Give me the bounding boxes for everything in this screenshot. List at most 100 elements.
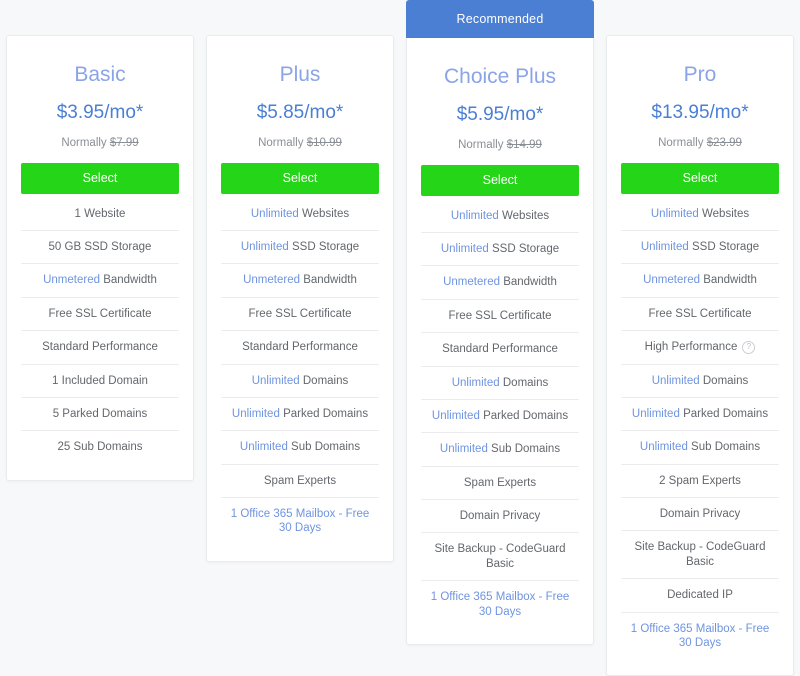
feature-label: Standard Performance: [42, 341, 158, 354]
feature-item: 5 Parked Domains: [21, 398, 179, 432]
feature-text: Unlimited Domains: [652, 374, 749, 388]
struck-price-basic: $7.99: [109, 136, 139, 149]
select-button-basic[interactable]: Select: [21, 162, 179, 194]
feature-text: 5 Parked Domains: [53, 407, 148, 421]
feature-item[interactable]: 1 Office 365 Mailbox - Free 30 Days: [421, 581, 579, 628]
feature-item: Unlimited Parked Domains: [221, 398, 379, 432]
feature-item: Unmetered Bandwidth: [21, 264, 179, 298]
feature-highlight: Unlimited: [439, 443, 488, 456]
feature-label: Parked Domains: [683, 407, 769, 420]
feature-text: Domain Privacy: [460, 509, 541, 523]
feature-item: Spam Experts: [421, 467, 579, 500]
feature-text: Unlimited Parked Domains: [432, 409, 568, 423]
feature-item: Spam Experts: [221, 465, 379, 498]
feature-item: 50 GB SSD Storage: [21, 231, 179, 265]
plan-name-pro: Pro: [683, 63, 717, 86]
feature-item: Unlimited Websites: [421, 196, 579, 233]
feature-list-pro: Unlimited Websites Unlimited SSD Storage U…: [621, 194, 779, 660]
feature-highlight: Unlimited: [451, 376, 500, 389]
feature-item[interactable]: 1 Office 365 Mailbox - Free 30 Days: [221, 498, 379, 545]
feature-highlight: Unmetered: [643, 274, 700, 287]
plan-price-basic: $3.95/mo*: [56, 102, 144, 124]
plan-name-plus: Plus: [279, 63, 321, 86]
feature-highlight: Unlimited: [239, 441, 288, 454]
feature-text: Unlimited Domains: [452, 376, 549, 390]
feature-label: Free SSL Certificate: [48, 307, 152, 320]
feature-label: Websites: [702, 207, 750, 220]
feature-label: SSD Storage: [492, 243, 560, 255]
feature-item: Unlimited Parked Domains: [621, 398, 779, 432]
feature-label: Sub Domains: [291, 441, 361, 454]
feature-text: Domain Privacy: [660, 507, 741, 521]
feature-text: 1 Website: [75, 207, 126, 221]
info-help-icon[interactable]: ?: [742, 340, 756, 354]
feature-item: Site Backup - CodeGuard Basic: [421, 533, 579, 582]
feature-text: Unlimited Websites: [251, 207, 349, 221]
select-button-pro[interactable]: Select: [621, 162, 779, 194]
feature-label: Parked Domains: [483, 409, 569, 422]
plan-normally-price-choice-plus: Normally $14.99: [421, 139, 579, 152]
feature-label: Bandwidth: [303, 274, 357, 287]
feature-label: Free SSL Certificate: [448, 309, 552, 322]
feature-highlight: Unlimited: [650, 207, 699, 220]
feature-item: Unlimited Domains: [621, 365, 779, 398]
feature-item: Unlimited Parked Domains: [421, 400, 579, 434]
feature-text: Unlimited SSD Storage: [441, 242, 559, 256]
feature-text: High Performance: [645, 340, 738, 354]
struck-price-plus: $10.99: [306, 136, 342, 149]
recommended-badge: Recommended: [406, 0, 594, 38]
feature-item[interactable]: 1 Office 365 Mailbox - Free 30 Days: [621, 613, 779, 660]
select-button-choice-plus[interactable]: Select: [421, 164, 579, 196]
feature-text: 1 Office 365 Mailbox - Free 30 Days: [623, 622, 777, 651]
feature-highlight: Unlimited: [639, 441, 688, 454]
feature-item: Standard Performance: [21, 331, 179, 365]
feature-list-plus: Unlimited Websites Unlimited SSD Storage U…: [221, 194, 379, 545]
feature-label: 5 Parked Domains: [52, 407, 148, 420]
feature-item: Unlimited SSD Storage: [621, 231, 779, 265]
feature-label: Websites: [302, 207, 350, 220]
feature-highlight: Unlimited: [250, 207, 299, 220]
feature-label: Domain Privacy: [659, 508, 741, 520]
feature-promo-link[interactable]: 1 Office 365 Mailbox - Free 30 Days: [431, 591, 570, 617]
feature-item: High Performance?: [621, 331, 779, 365]
feature-text: Standard Performance: [242, 340, 358, 354]
feature-label: Parked Domains: [283, 407, 369, 420]
feature-highlight: Unlimited: [450, 209, 499, 222]
feature-item: Unlimited Websites: [221, 194, 379, 231]
feature-text: Unlimited Websites: [451, 209, 549, 223]
feature-item: Unlimited Sub Domains: [421, 433, 579, 467]
feature-text: Free SSL Certificate: [648, 307, 751, 321]
feature-label: SSD Storage: [292, 241, 360, 253]
feature-label: 1 Included Domain: [52, 374, 148, 387]
feature-highlight: Unlimited: [640, 241, 689, 253]
normally-label: Normally: [658, 136, 704, 149]
feature-text: Unmetered Bandwidth: [443, 275, 557, 289]
feature-text: Unmetered Bandwidth: [243, 273, 357, 287]
plan-price-choice-plus: $5.95/mo*: [456, 104, 544, 126]
feature-text: Unmetered Bandwidth: [43, 273, 157, 287]
plan-card-pro: Pro $13.95/mo* Normally $23.99 Select Unlimi…: [606, 35, 794, 676]
plan-card-basic: Basic $3.95/mo* Normally $7.99 Select 1 Webs…: [6, 35, 194, 481]
feature-item: Unmetered Bandwidth: [621, 264, 779, 298]
feature-promo-link[interactable]: 1 Office 365 Mailbox - Free 30 Days: [631, 623, 770, 649]
feature-label: Bandwidth: [503, 276, 557, 289]
feature-item: 2 Spam Experts: [621, 465, 779, 498]
feature-item: 1 Included Domain: [21, 365, 179, 398]
feature-text: Unlimited Websites: [651, 207, 749, 221]
feature-item: Free SSL Certificate: [221, 298, 379, 332]
feature-promo-link[interactable]: 1 Office 365 Mailbox - Free 30 Days: [231, 508, 370, 534]
feature-label: SSD Storage: [692, 241, 760, 253]
feature-item: Free SSL Certificate: [421, 300, 579, 334]
feature-item: Unmetered Bandwidth: [221, 264, 379, 298]
feature-text: 1 Office 365 Mailbox - Free 30 Days: [423, 590, 577, 619]
feature-label: 25 Sub Domains: [57, 441, 143, 454]
feature-label: Site Backup - CodeGuard Basic: [434, 543, 566, 570]
feature-item: Site Backup - CodeGuard Basic: [621, 531, 779, 580]
plan-column-basic: Basic $3.95/mo* Normally $7.99 Select 1 Webs…: [0, 0, 200, 481]
select-button-plus[interactable]: Select: [221, 162, 379, 194]
normally-label: Normally: [258, 136, 304, 149]
feature-list-choice-plus: Unlimited Websites Unlimited SSD Storage U…: [421, 196, 579, 628]
feature-highlight: Unmetered: [243, 274, 300, 287]
pricing-plans-grid: Basic $3.95/mo* Normally $7.99 Select 1 Webs…: [0, 0, 800, 676]
struck-price-pro: $23.99: [706, 136, 742, 149]
